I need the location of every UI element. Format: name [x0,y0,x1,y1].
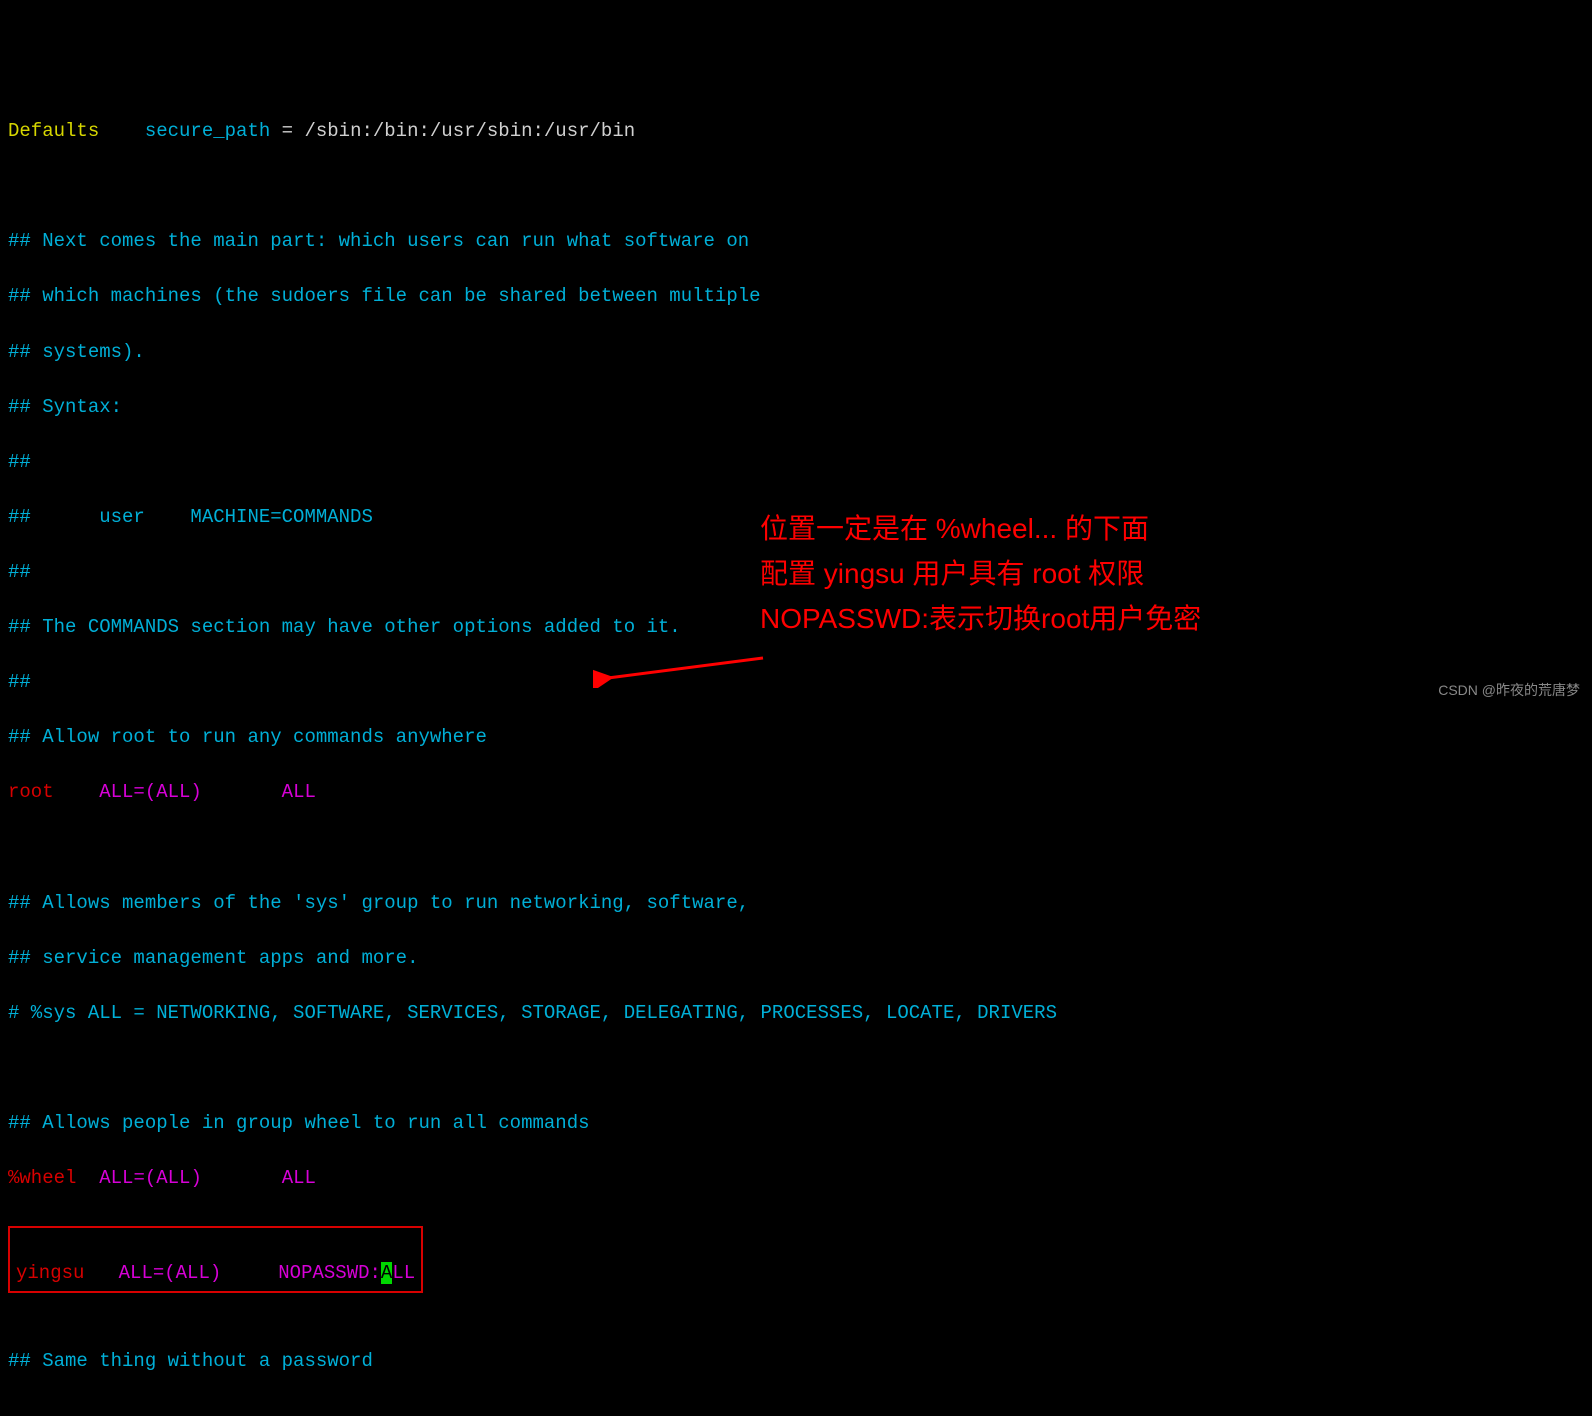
defaults-line: Defaults secure_path = /sbin:/bin:/usr/s… [8,118,1584,146]
defaults-keyword: Defaults [8,120,99,142]
comment-line: ## Same thing without a password [8,1348,1584,1376]
comment-line: ## Allow root to run any commands anywhe… [8,724,1584,752]
comment-line: ## [8,669,1584,697]
comment-line: ## systems). [8,339,1584,367]
comment-line: ## [8,449,1584,477]
yingsu-user: yingsu [16,1262,84,1284]
comment-line: ## which machines (the sudoers file can … [8,283,1584,311]
wheel-group: %wheel [8,1167,76,1189]
root-rule: root ALL=(ALL) ALL [8,779,1584,807]
watermark: CSDN @昨夜的荒唐梦 [1438,680,1580,700]
comment-line: ## Allows people in group wheel to run a… [8,1110,1584,1138]
secure-path-key: secure_path [145,120,270,142]
path-value: /sbin:/bin:/usr/sbin:/usr/bin [304,120,635,142]
wheel-spec: ALL=(ALL) [99,1167,202,1189]
root-cmd: ALL [282,781,316,803]
comment-line: ## Next comes the main part: which users… [8,228,1584,256]
yingsu-cmd-rest: LL [392,1262,415,1284]
cursor[interactable]: A [381,1262,392,1284]
annotation-nopasswd: NOPASSWD:表示切换root用户免密 [760,598,1201,640]
annotation-config: 配置 yingsu 用户具有 root 权限 [760,553,1144,595]
wheel-rule: %wheel ALL=(ALL) ALL [8,1165,1584,1193]
yingsu-spec: ALL=(ALL) [119,1262,222,1284]
yingsu-rule[interactable]: yingsu ALL=(ALL) NOPASSWD:ALL [16,1260,415,1288]
root-spec: ALL=(ALL) [99,781,202,803]
comment-line: ## service management apps and more. [8,945,1584,973]
comment-line: # %sys ALL = NETWORKING, SOFTWARE, SERVI… [8,1000,1584,1028]
root-user: root [8,781,54,803]
comment-line: ## Allows members of the 'sys' group to … [8,890,1584,918]
nopasswd-keyword: NOPASSWD: [278,1262,381,1284]
equals: = [270,120,304,142]
comment-line: ## Syntax: [8,394,1584,422]
arrow-icon [570,620,750,660]
yingsu-highlight-box: yingsu ALL=(ALL) NOPASSWD:ALL [8,1226,423,1293]
annotation-position: 位置一定是在 %wheel... 的下面 [760,508,1149,550]
wheel-cmd: ALL [282,1167,316,1189]
